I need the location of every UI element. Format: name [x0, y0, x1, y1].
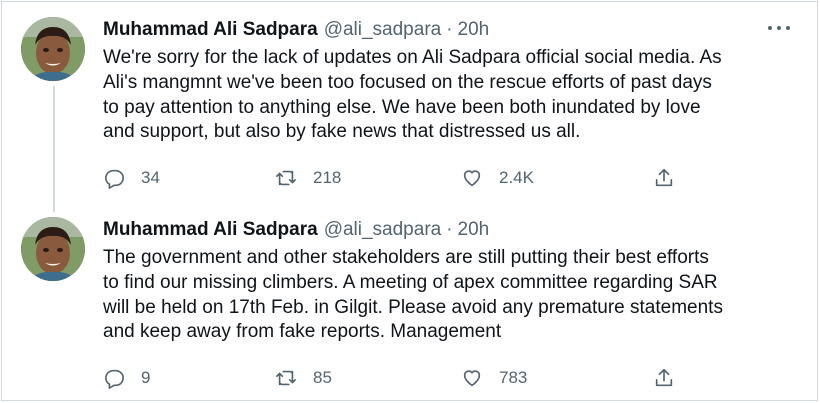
avatar[interactable] [21, 217, 85, 281]
reply-icon [105, 369, 124, 389]
author-name[interactable]: Muhammad Ali Sadpara [103, 19, 318, 41]
avatar-image [21, 17, 85, 81]
reply-button[interactable]: 34 [103, 166, 160, 190]
retweet-count: 85 [313, 368, 332, 387]
tweet-actions: 34 218 2.4K [103, 166, 703, 190]
tweet-header: Muhammad Ali Sadpara @ali_sadpara · 20h [103, 216, 489, 244]
retweet-count: 218 [313, 168, 342, 187]
reply-button[interactable]: 9 [103, 366, 150, 390]
tweet-text-line: Ali's mangmnt we've been too focused on … [103, 71, 712, 93]
reply-icon [105, 169, 124, 189]
like-button[interactable]: 783 [461, 366, 527, 390]
separator: · [446, 19, 453, 40]
heart-icon [463, 170, 481, 187]
tweet-time[interactable]: 20h [458, 19, 490, 41]
tweet-text-line: and keep away from fake reports. Managem… [103, 321, 502, 343]
retweet-icon [276, 170, 296, 186]
retweet-button[interactable]: 85 [275, 366, 332, 390]
share-button[interactable] [653, 366, 675, 390]
author-handle[interactable]: @ali_sadpara [324, 219, 442, 241]
separator: · [446, 219, 453, 240]
thread-connector-line [53, 86, 55, 212]
tweet-text: The government and other stakeholders ar… [103, 246, 793, 345]
tweet-text-line: We're sorry for the lack of updates on A… [103, 47, 722, 68]
heart-icon [463, 370, 481, 387]
tweet-text-line: and support, but also by fake news that … [103, 121, 581, 143]
avatar[interactable] [21, 17, 85, 81]
tweet-text-line: The government and other stakeholders ar… [103, 247, 709, 268]
retweet-button[interactable]: 218 [275, 166, 341, 190]
tweet-text: We're sorry for the lack of updates on A… [103, 46, 793, 145]
share-button[interactable] [653, 166, 675, 190]
reply-count: 9 [141, 368, 151, 387]
share-icon [655, 368, 673, 387]
more-icon[interactable] [768, 22, 790, 34]
like-button[interactable]: 2.4K [461, 166, 534, 190]
avatar-image [21, 217, 85, 281]
retweet-icon [276, 370, 296, 386]
tweet-text-line: to find our missing climbers. A meeting … [103, 271, 718, 293]
tweet-header: Muhammad Ali Sadpara @ali_sadpara · 20h [103, 16, 489, 44]
tweet-time[interactable]: 20h [458, 219, 490, 241]
tweet-text-line: will be held on 17th Feb. in Gilgit. Ple… [103, 296, 723, 318]
author-handle[interactable]: @ali_sadpara [324, 19, 442, 41]
like-count: 783 [499, 368, 528, 387]
reply-count: 34 [141, 168, 160, 187]
tweet-text-line: to pay attention to anything else. We ha… [103, 96, 701, 118]
author-name[interactable]: Muhammad Ali Sadpara [103, 219, 318, 241]
tweet-actions: 9 85 783 [103, 366, 703, 390]
share-icon [655, 168, 673, 187]
like-count: 2.4K [499, 168, 534, 187]
